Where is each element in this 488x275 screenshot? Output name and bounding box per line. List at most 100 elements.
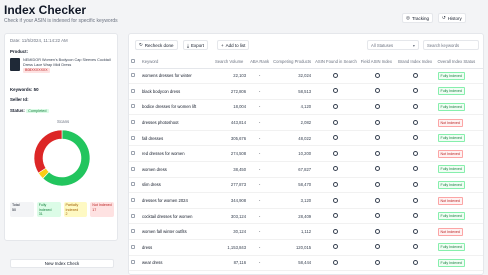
- table-row[interactable]: fall dresses 305,676-48,022 Fully Indexed: [129, 130, 483, 147]
- table-row[interactable]: cocktail dresses for women 303,124-28,409…: [129, 208, 483, 225]
- x-circle-icon: [374, 119, 380, 125]
- row-checkbox[interactable]: [129, 255, 140, 272]
- brand-index-cell: [396, 99, 436, 116]
- row-checkbox[interactable]: [129, 239, 140, 256]
- competing-cell: 32,024: [271, 68, 314, 85]
- col-overall-status[interactable]: Overall Index Status: [435, 56, 483, 69]
- export-label: Export: [191, 42, 205, 48]
- table-row[interactable]: slim dress 277,873-58,470 Fully Indexed: [129, 177, 483, 194]
- table-row[interactable]: bodice dresses for women lift 18,004-4,12…: [129, 99, 483, 116]
- status-badge: Fully Indexed: [437, 243, 465, 252]
- export-button[interactable]: ⤓ Export: [183, 40, 209, 50]
- row-checkbox[interactable]: [129, 192, 140, 209]
- table-row[interactable]: red dresses for women 274,508-10,200 Not I…: [129, 145, 483, 163]
- tracking-button[interactable]: ◎ Tracking: [402, 13, 434, 23]
- check-circle-icon: [374, 135, 380, 141]
- status-badge: Fully Indexed: [437, 102, 465, 111]
- recheck-button[interactable]: ↻ Recheck done: [135, 40, 178, 50]
- col-competing[interactable]: Competing Products: [271, 56, 314, 69]
- history-button-label: History: [447, 15, 462, 21]
- search-volume-cell: 277,876: [212, 270, 249, 274]
- table-row[interactable]: dresses photoshoot 443,814-2,082 Not Index…: [129, 114, 483, 131]
- aba-rank-cell: -: [248, 161, 272, 178]
- table-row[interactable]: women fall winter outfits 30,124-1,112 Not…: [129, 223, 483, 241]
- x-circle-icon: [413, 197, 419, 203]
- x-circle-icon: [333, 197, 339, 203]
- col-asin-found[interactable]: ASIN Found in Search: [313, 56, 359, 69]
- table-row[interactable]: wear dress 87,116-58,444 Fully Indexed: [129, 255, 483, 272]
- check-circle-icon: [374, 88, 380, 94]
- keyword-cell: women fall winter outfits: [139, 223, 213, 241]
- row-checkbox[interactable]: [129, 208, 140, 225]
- aba-rank-cell: -: [248, 255, 272, 272]
- row-checkbox[interactable]: [129, 145, 140, 163]
- field-index-cell: [358, 208, 397, 225]
- competing-cell: 1,112: [271, 223, 314, 241]
- row-checkbox[interactable]: [129, 83, 140, 100]
- check-circle-icon: [374, 213, 380, 219]
- legend-not-indexed: Not Indexed 17: [90, 202, 114, 217]
- field-index-cell: [358, 130, 397, 147]
- row-checkbox[interactable]: [129, 114, 140, 131]
- row-checkbox[interactable]: [129, 270, 140, 274]
- search-input[interactable]: Search keywords: [423, 40, 479, 50]
- aba-rank-cell: -: [248, 223, 272, 241]
- table-row[interactable]: womens dresses for winter 22,103-32,024 Fu…: [129, 68, 483, 85]
- check-circle-icon: [333, 213, 339, 219]
- keyword-cell: womens dresses for winter: [139, 68, 213, 85]
- field-index-cell: [358, 192, 397, 209]
- field-index-cell: [358, 239, 397, 256]
- field-index-cell: [358, 270, 397, 274]
- brand-index-cell: [396, 161, 436, 178]
- col-field-index[interactable]: Field ASIN Index: [358, 56, 397, 69]
- field-index-cell: [358, 145, 397, 163]
- aba-rank-cell: -: [248, 68, 272, 85]
- row-checkbox[interactable]: [129, 161, 140, 178]
- asin-found-cell: [313, 83, 359, 100]
- history-button[interactable]: ↺ History: [438, 13, 466, 23]
- brand-index-cell: [396, 83, 436, 100]
- brand-index-cell: [396, 270, 436, 274]
- add-to-list-button[interactable]: + Add to list: [217, 40, 250, 50]
- status-filter-select[interactable]: All Statuses ▾: [367, 40, 419, 50]
- col-brand-index[interactable]: Brand Index Index: [396, 56, 436, 69]
- check-circle-icon: [413, 259, 419, 265]
- row-checkbox[interactable]: [129, 130, 140, 147]
- asin-badge[interactable]: B08XXXXXXX: [23, 68, 50, 73]
- table-row[interactable]: dress 1,153,843-120,015 Fully Indexed: [129, 239, 483, 256]
- keywords-count: Keywords: 50: [10, 87, 39, 92]
- asin-found-cell: [313, 192, 359, 209]
- keyword-results-table: Keyword Search Volume ABA Rank Competing…: [129, 56, 483, 274]
- new-index-check-button[interactable]: New Index Check: [10, 259, 114, 268]
- table-row[interactable]: black bodycon dress 272,806-58,513 Fully I…: [129, 83, 483, 100]
- table-row[interactable]: women dress 38,450-67,827 Fully Indexed: [129, 161, 483, 178]
- status-badge: Not Indexed: [437, 118, 463, 127]
- results-panel: ↻ Recheck done ⤓ Export + Add to list Al…: [128, 33, 484, 275]
- check-circle-icon: [374, 166, 380, 172]
- select-all-checkbox[interactable]: [129, 56, 140, 69]
- check-circle-icon: [413, 103, 419, 109]
- brand-index-cell: [396, 223, 436, 241]
- brand-index-cell: [396, 208, 436, 225]
- row-checkbox[interactable]: [129, 68, 140, 85]
- competing-cell: 48,022: [271, 130, 314, 147]
- check-circle-icon: [374, 103, 380, 109]
- competing-cell: 44,520: [271, 270, 314, 274]
- tracking-button-label: Tracking: [411, 15, 430, 21]
- donut-slice-not-indexed[interactable]: [33, 129, 63, 174]
- summary-panel: Date: 11/5/2024, 11:14:22 AM Product: NE…: [4, 33, 118, 268]
- check-circle-icon: [374, 259, 380, 265]
- col-search-volume[interactable]: Search Volume: [212, 56, 249, 69]
- search-volume-cell: 274,508: [212, 145, 249, 163]
- row-checkbox[interactable]: [129, 99, 140, 116]
- overall-status-cell: Fully Indexed: [435, 208, 483, 225]
- check-date: Date: 11/5/2024, 11:14:22 AM: [10, 38, 68, 43]
- table-row[interactable]: dresses for women 2024 344,908-3,120 Not I…: [129, 192, 483, 209]
- col-aba-rank[interactable]: ABA Rank: [248, 56, 272, 69]
- table-row[interactable]: lunch dress for women277,876-44,520 Fully…: [129, 270, 483, 274]
- competing-cell: 10,200: [271, 145, 314, 163]
- col-keyword[interactable]: Keyword: [139, 56, 213, 69]
- x-circle-icon: [333, 119, 339, 125]
- row-checkbox[interactable]: [129, 223, 140, 241]
- row-checkbox[interactable]: [129, 177, 140, 194]
